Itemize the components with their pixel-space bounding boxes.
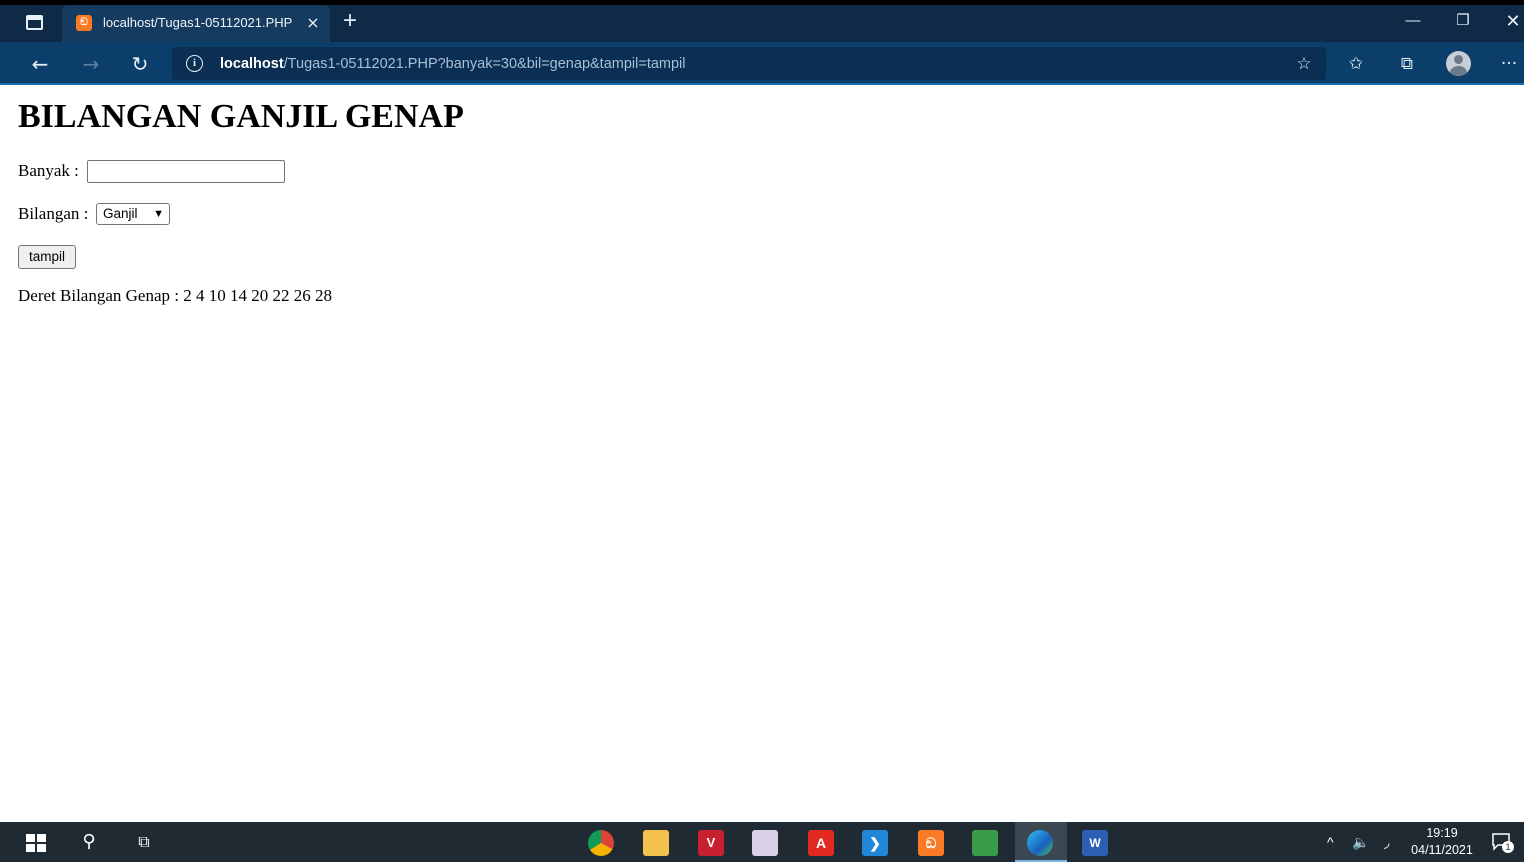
vivaldi-icon[interactable]: V — [698, 830, 724, 856]
notification-icon[interactable]: 1 — [1492, 833, 1514, 853]
bilangan-selected-value: Ganjil — [103, 206, 138, 221]
browser-toolbar: ← → ↻ i localhost/Tugas1-05112021.PHP?ba… — [0, 42, 1524, 85]
word-icon[interactable]: W — [1082, 830, 1108, 856]
url-host: localhost — [220, 56, 284, 72]
system-clock[interactable]: 19:19 04/11/2021 — [1404, 825, 1480, 861]
xampp-favicon-icon: ඞ — [76, 15, 92, 31]
vscode-icon[interactable]: ❯ — [862, 830, 888, 856]
tab-title: localhost/Tugas1-05112021.PHP — [103, 15, 293, 30]
minimize-icon[interactable]: — — [1402, 10, 1424, 32]
windows-taskbar: ⚲ ⧉ V A ❯ ඞ W ^ 🔈 ◞ 19:19 04/11/2021 1 — [0, 822, 1524, 862]
result-text: Deret Bilangan Genap : 2 4 10 14 20 22 2… — [18, 286, 332, 305]
wifi-icon[interactable]: ◞ — [1384, 832, 1389, 852]
anime-app-icon[interactable] — [752, 830, 778, 856]
search-icon[interactable]: ⚲ — [78, 831, 100, 853]
acrobat-icon[interactable]: A — [808, 830, 834, 856]
favorites-icon[interactable]: ✩ — [1343, 51, 1369, 77]
chevron-down-icon: ▼ — [153, 208, 164, 220]
address-bar[interactable]: i localhost/Tugas1-05112021.PHP?banyak=3… — [172, 47, 1326, 80]
page-content: BILANGAN GANJIL GENAP Banyak : Bilangan … — [0, 87, 1524, 822]
tab-close-icon[interactable]: × — [302, 12, 324, 34]
bilangan-label: Bilangan : — [18, 204, 89, 223]
url-text[interactable]: localhost/Tugas1-05112021.PHP?banyak=30&… — [220, 54, 1300, 74]
clock-date: 04/11/2021 — [1411, 843, 1473, 857]
banyak-label: Banyak : — [18, 161, 79, 180]
profile-icon[interactable] — [1446, 51, 1471, 76]
sublime-icon[interactable] — [972, 830, 998, 856]
page-title: BILANGAN GANJIL GENAP — [18, 98, 464, 135]
edge-icon[interactable] — [1027, 830, 1053, 856]
more-icon[interactable]: ··· — [1496, 51, 1522, 77]
windows-start-icon[interactable] — [26, 834, 46, 852]
collections-icon[interactable]: ⧉ — [1394, 51, 1420, 77]
url-path: /Tugas1-05112021.PHP?banyak=30&bil=genap… — [283, 56, 686, 72]
banyak-input[interactable] — [87, 160, 285, 183]
bilangan-select[interactable]: Ganjil ▼ — [96, 203, 170, 225]
restore-icon[interactable]: ❐ — [1452, 10, 1474, 32]
xampp-icon[interactable]: ඞ — [918, 830, 944, 856]
notification-count: 1 — [1502, 841, 1514, 853]
active-tab[interactable]: ඞ localhost/Tugas1-05112021.PHP × — [62, 5, 330, 42]
close-icon[interactable]: ✕ — [1502, 10, 1524, 32]
volume-muted-icon[interactable]: 🔈 — [1352, 832, 1369, 852]
new-tab-button[interactable]: + — [338, 8, 362, 34]
tray-expand-icon[interactable]: ^ — [1327, 832, 1334, 852]
add-favorite-icon[interactable]: ☆ — [1291, 51, 1317, 77]
refresh-icon[interactable]: ↻ — [127, 51, 153, 77]
task-view-icon[interactable]: ⧉ — [133, 832, 155, 852]
tab-actions-icon[interactable] — [26, 15, 43, 30]
forward-icon[interactable]: → — [78, 51, 104, 77]
chrome-icon[interactable] — [588, 830, 614, 856]
tampil-button[interactable]: tampil — [18, 245, 76, 269]
site-info-icon[interactable]: i — [186, 55, 203, 72]
file-explorer-icon[interactable] — [643, 830, 669, 856]
back-icon[interactable]: ← — [27, 51, 53, 77]
browser-titlebar: ඞ localhost/Tugas1-05112021.PHP × + — ❐ … — [0, 0, 1524, 42]
clock-time: 19:19 — [1426, 826, 1458, 840]
